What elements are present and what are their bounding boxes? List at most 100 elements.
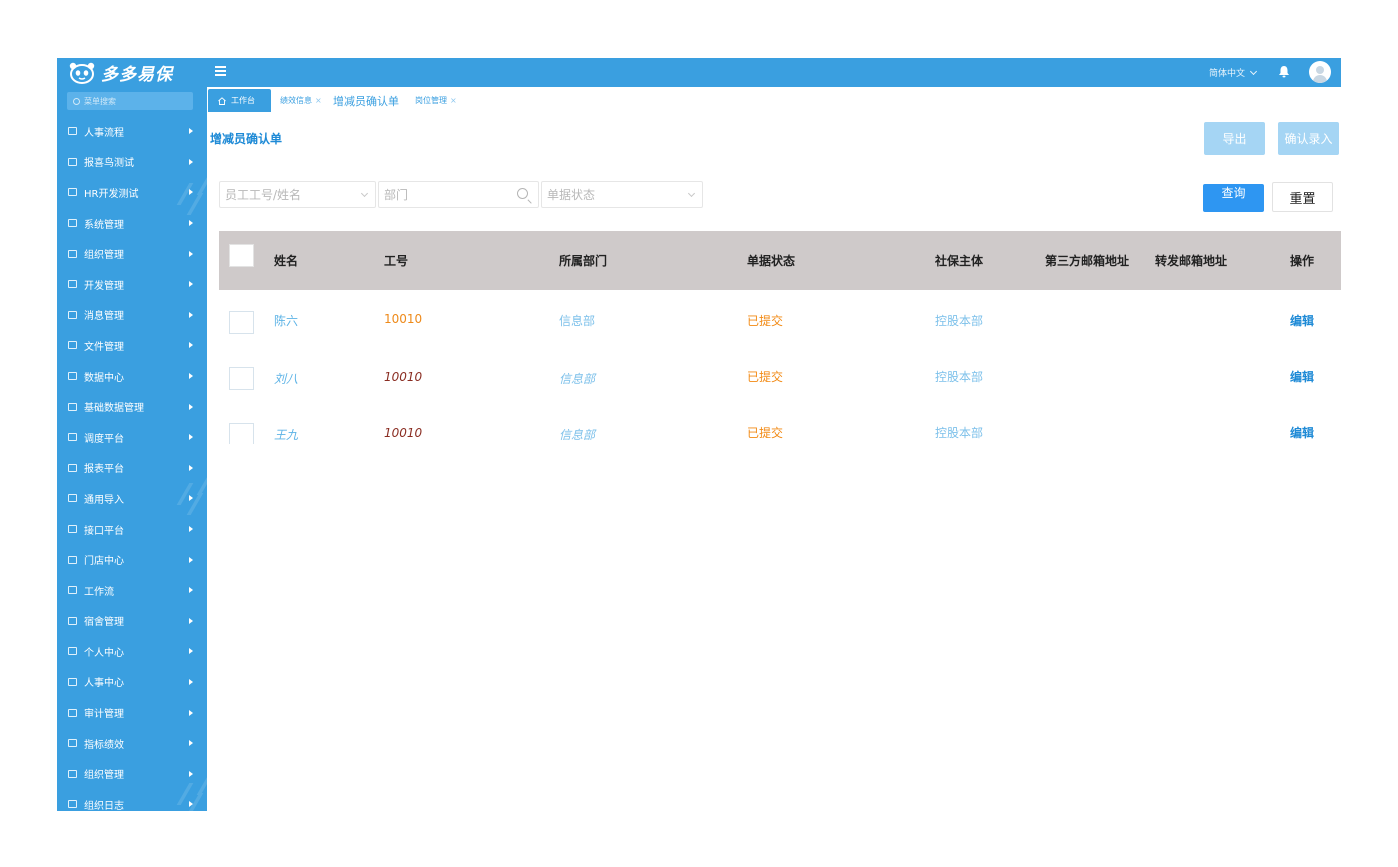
sidebar-item-workflow[interactable]: 工作流 [57,575,207,606]
select-all-checkbox[interactable] [229,244,254,267]
sidebar-item-label: 系统管理 [84,219,124,231]
report-icon [68,463,77,472]
import-icon [68,494,77,503]
column-header-actions: 操作 [1290,254,1315,268]
row-checkbox[interactable] [229,311,254,334]
tab-headcount-confirm[interactable]: 增减员确认单 [333,89,399,112]
bell-icon[interactable] [1278,65,1290,78]
language-selector[interactable]: 简体中文 [1209,66,1258,79]
sidebar-item-label: 个人中心 [84,647,124,659]
search-icon [73,97,80,105]
caret-right-icon [189,311,193,318]
sidebar-item-hr-center[interactable]: 人事中心 [57,667,207,698]
sidebar-item-label: 开发管理 [84,280,124,292]
sidebar-item-org[interactable]: 组织管理 [57,238,207,269]
cell-social-entity: 控股本部 [935,314,984,328]
close-icon[interactable]: × [450,96,457,105]
watermark-mark [175,773,207,811]
folder-icon [68,341,77,350]
column-header-department: 所属部门 [559,254,608,268]
tab-label: 岗位管理 [415,96,447,105]
sidebar-item-scheduler[interactable]: 调度平台 [57,422,207,453]
id-card-icon [68,677,77,686]
cell-name[interactable]: 陈六 [274,312,298,329]
user-icon [68,647,77,656]
reset-button[interactable]: 重置 [1272,182,1333,212]
building-icon [68,616,77,625]
sidebar-item-label: 宿舍管理 [84,617,124,629]
tab-workbench[interactable]: 工作台 [208,89,271,112]
tab-position-management[interactable]: 岗位管理 × [415,89,457,112]
caret-right-icon [189,678,193,685]
sidebar-item-base-data[interactable]: 基础数据管理 [57,391,207,422]
confirm-entry-button[interactable]: 确认录入 [1278,122,1339,155]
watermark-mark [175,473,207,533]
caret-right-icon [189,158,193,165]
avatar[interactable] [1309,61,1331,83]
table-row: 陈六 10010 信息部 已提交 控股本部 编辑 [219,290,1341,346]
tab-label: 增减员确认单 [333,94,399,108]
search-icon[interactable] [517,188,528,199]
status-filter-select[interactable]: 单据状态 [541,181,703,208]
sidebar-item-message[interactable]: 消息管理 [57,300,207,331]
language-label: 简体中文 [1209,69,1246,79]
list-icon [68,188,77,197]
sidebar-item-label: 接口平台 [84,525,124,537]
list-icon [68,157,77,166]
sidebar-item-kpi[interactable]: 指标绩效 [57,728,207,759]
sidebar-item-hr-process[interactable]: 人事流程 [57,116,207,147]
export-button[interactable]: 导出 [1204,122,1265,155]
menu-search-input[interactable]: 菜单搜索 [67,92,193,110]
department-filter-placeholder: 部门 [384,188,409,202]
sidebar-item-label: 消息管理 [84,311,124,323]
sidebar-item-dev[interactable]: 开发管理 [57,269,207,300]
menu-search-placeholder: 菜单搜索 [84,96,116,106]
brand-name: 多多易保 [101,65,173,85]
log-icon [68,800,77,809]
column-header-social-entity: 社保主体 [935,254,984,268]
sidebar-item-file[interactable]: 文件管理 [57,330,207,361]
employee-filter-select[interactable]: 员工工号/姓名 [219,181,376,208]
sidebar-item-label: 基础数据管理 [84,403,144,415]
caret-right-icon [189,281,193,288]
sidebar-item-data-center[interactable]: 数据中心 [57,361,207,392]
caret-right-icon [189,740,193,747]
edit-link[interactable]: 编辑 [1290,368,1314,385]
column-header-forward-email: 转发邮箱地址 [1155,254,1228,268]
sidebar-item-label: 组织日志 [84,800,124,811]
caret-right-icon [189,464,193,471]
store-icon [68,555,77,564]
sidebar-item-dorm[interactable]: 宿舍管理 [57,606,207,637]
cell-name[interactable]: 王九 [274,426,298,443]
department-search-input[interactable]: 部门 [378,181,539,208]
sidebar-item-label: 工作流 [84,586,114,598]
tab-performance-info[interactable]: 绩效信息 × [280,89,322,112]
table-header: 姓名 工号 所属部门 单据状态 社保主体 第三方邮箱地址 转发邮箱地址 操作 [219,231,1341,290]
sidebar-item-store[interactable]: 门店中心 [57,544,207,575]
process-icon [68,127,77,136]
database-icon [68,402,77,411]
menu-toggle-icon[interactable] [215,66,226,76]
table-row: 王九 10010 信息部 已提交 控股本部 编辑 [219,402,1341,458]
edit-link[interactable]: 编辑 [1290,312,1314,329]
caret-right-icon [189,617,193,624]
sidebar-item-label: 报喜鸟测试 [84,158,134,170]
close-icon[interactable]: × [315,96,322,105]
caret-right-icon [189,342,193,349]
logo[interactable]: 多多易保 [57,58,207,87]
sidebar-item-audit[interactable]: 审计管理 [57,697,207,728]
cell-social-entity: 控股本部 [935,426,984,440]
query-button[interactable]: 查询 [1203,184,1264,212]
row-checkbox[interactable] [229,367,254,390]
row-checkbox[interactable] [229,423,254,444]
cell-employee-no: 10010 [384,312,423,326]
cell-name[interactable]: 刘八 [274,370,298,387]
sidebar: 多多易保 菜单搜索 人事流程 报喜鸟测试 HR开发测试 系统管理 组织管理 开发… [57,58,207,811]
sidebar-item-personal[interactable]: 个人中心 [57,636,207,667]
caret-right-icon [189,434,193,441]
cell-status: 已提交 [747,314,784,328]
api-icon [68,525,77,534]
page-title: 增减员确认单 [210,132,283,146]
caret-right-icon [189,709,193,716]
edit-link[interactable]: 编辑 [1290,424,1314,441]
